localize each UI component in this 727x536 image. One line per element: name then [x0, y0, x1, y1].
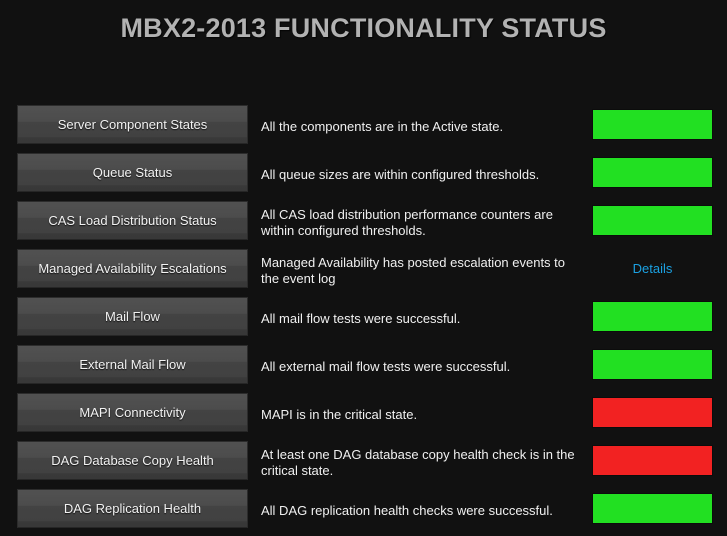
check-name-button[interactable]: DAG Replication Health	[17, 489, 248, 528]
check-description: All queue sizes are within configured th…	[261, 167, 540, 182]
status-cell	[592, 349, 713, 380]
status-cell: Details	[592, 253, 713, 284]
details-link[interactable]: Details	[592, 253, 713, 284]
check-name-button[interactable]: CAS Load Distribution Status	[17, 201, 248, 240]
status-row: MAPI Connectivity MAPI is in the critical…	[0, 393, 727, 441]
status-indicator-healthy	[592, 493, 713, 524]
status-indicator-healthy	[592, 349, 713, 380]
status-row: Server Component States All the component…	[0, 105, 727, 153]
check-description: MAPI is in the critical state.	[261, 407, 418, 422]
check-name-button[interactable]: MAPI Connectivity	[17, 393, 248, 432]
status-row: DAG Replication Health All DAG replicatio…	[0, 489, 727, 536]
check-name-button[interactable]: DAG Database Copy Health	[17, 441, 248, 480]
check-description: At least one DAG database copy health ch…	[261, 447, 575, 478]
status-cell	[592, 397, 713, 428]
functionality-status-page: MBX2-2013 FUNCTIONALITY STATUS Server Co…	[0, 0, 727, 536]
check-description: All the components are in the Active sta…	[261, 119, 504, 134]
status-row: Queue Status All queue sizes are within c…	[0, 153, 727, 201]
check-description: All external mail flow tests were succes…	[261, 359, 511, 374]
status-row: DAG Database Copy Health At least one DAG…	[0, 441, 727, 489]
check-name-button[interactable]: Managed Availability Escalations	[17, 249, 248, 288]
check-description: All DAG replication health checks were s…	[261, 503, 553, 518]
status-indicator-healthy	[592, 157, 713, 188]
status-row: Mail Flow All mail flow tests were succes…	[0, 297, 727, 345]
status-cell	[592, 493, 713, 524]
check-description: All CAS load distribution performance co…	[261, 207, 553, 238]
check-name-button[interactable]: External Mail Flow	[17, 345, 248, 384]
status-cell	[592, 157, 713, 188]
status-cell	[592, 301, 713, 332]
page-title: MBX2-2013 FUNCTIONALITY STATUS	[120, 13, 607, 43]
check-description: Managed Availability has posted escalati…	[261, 255, 566, 286]
status-indicator-healthy	[592, 205, 713, 236]
check-name-button[interactable]: Server Component States	[17, 105, 248, 144]
check-name-button[interactable]: Queue Status	[17, 153, 248, 192]
status-row: Managed Availability Escalations Managed …	[0, 249, 727, 297]
status-row: External Mail Flow All external mail flow…	[0, 345, 727, 393]
status-cell	[592, 109, 713, 140]
status-indicator-critical	[592, 397, 713, 428]
status-row: CAS Load Distribution Status All CAS load…	[0, 201, 727, 249]
status-indicator-healthy	[592, 301, 713, 332]
status-cell	[592, 445, 713, 476]
check-name-button[interactable]: Mail Flow	[17, 297, 248, 336]
status-row-list: Server Component States All the component…	[0, 105, 727, 536]
check-description: All mail flow tests were successful.	[261, 311, 461, 326]
status-indicator-healthy	[592, 109, 713, 140]
status-indicator-critical	[592, 445, 713, 476]
status-cell	[592, 205, 713, 236]
